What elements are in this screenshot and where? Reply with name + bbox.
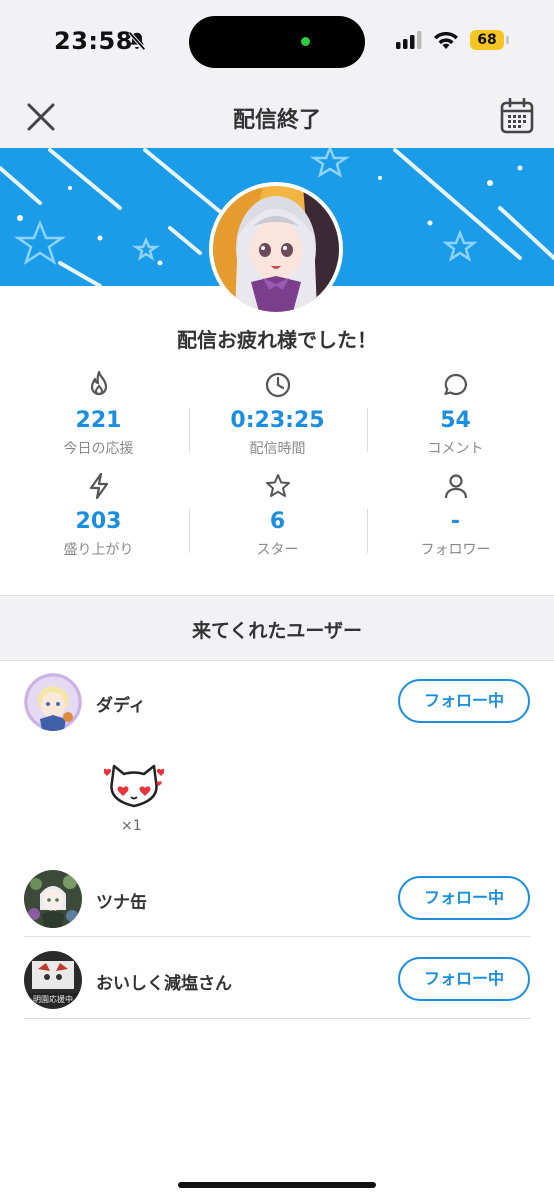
- comment-icon: [443, 373, 467, 396]
- divider: [24, 1018, 530, 1019]
- stat-followers: - フォロワー: [363, 471, 548, 559]
- section-title: 来てくれたユーザー: [191, 620, 363, 642]
- stat-value: 6: [269, 509, 286, 534]
- visitors-section-header: 来てくれたユーザー: [0, 595, 554, 661]
- signal-icon: [396, 31, 422, 49]
- dynamic-island: [189, 16, 365, 68]
- following-button[interactable]: フォロー中: [398, 876, 530, 920]
- user-avatar[interactable]: [24, 673, 82, 731]
- stat-label: コメント: [427, 441, 484, 457]
- avatar-overlay-text: 明園応援中: [33, 994, 73, 1004]
- cat-heart-sticker-icon: [104, 764, 164, 808]
- stat-support: 221 今日の応援: [6, 370, 191, 458]
- user-name[interactable]: おいしく減塩さん: [96, 969, 232, 994]
- star-icon: [265, 474, 290, 497]
- stat-label: 今日の応援: [63, 441, 134, 457]
- stat-value: 0:23:25: [230, 408, 325, 433]
- page-title: 配信終了: [232, 108, 321, 133]
- user-row: ダディ フォロー中: [24, 665, 554, 735]
- streamer-avatar: [209, 182, 343, 316]
- stat-duration: 0:23:25 配信時間: [185, 370, 370, 458]
- stat-value: 203: [75, 509, 122, 534]
- divider: [24, 936, 530, 937]
- user-name[interactable]: ダディ: [96, 691, 146, 716]
- stat-label: フォロワー: [420, 542, 491, 558]
- stat-label: 盛り上がり: [63, 542, 134, 558]
- stat-value: 221: [75, 408, 122, 433]
- flame-icon: [90, 370, 107, 396]
- nav-bar: 配信終了: [0, 84, 554, 148]
- user-avatar[interactable]: 明園応援中: [24, 951, 82, 1009]
- status-time: 23:58: [54, 27, 133, 55]
- user-avatar-image: [24, 870, 82, 928]
- clock-icon: [265, 372, 290, 398]
- user-avatar[interactable]: [24, 870, 82, 928]
- user-row: 明園応援中 おいしく減塩さん フォロー中: [24, 943, 554, 1013]
- following-button[interactable]: フォロー中: [398, 679, 530, 723]
- battery-cap: [506, 36, 509, 44]
- battery-indicator: 68: [470, 30, 504, 50]
- lightning-icon: [89, 472, 108, 500]
- user-avatar-image: [24, 673, 82, 731]
- user-name[interactable]: ツナ缶: [96, 888, 147, 913]
- stat-stars: 6 スター: [185, 471, 370, 559]
- user-avatar-image: 明園応援中: [24, 951, 82, 1009]
- stat-label: 配信時間: [249, 441, 306, 457]
- stat-excitement: 203 盛り上がり: [6, 471, 191, 559]
- status-bar: 23:58 68: [0, 0, 554, 84]
- wifi-icon: [434, 31, 458, 49]
- user-row: ツナ缶 フォロー中: [24, 862, 554, 932]
- stat-label: スター: [256, 542, 299, 558]
- home-indicator[interactable]: [178, 1182, 376, 1188]
- stat-comments: 54 コメント: [363, 370, 548, 458]
- streamer-avatar-image: [213, 186, 339, 312]
- gift-count: ×1: [121, 818, 142, 834]
- bell-muted-icon: [128, 31, 146, 51]
- stat-value: -: [450, 509, 461, 534]
- stat-value: 54: [440, 408, 471, 433]
- calendar-icon[interactable]: [500, 98, 534, 134]
- thanks-message: 配信お疲れ様でした！: [177, 328, 377, 352]
- following-button[interactable]: フォロー中: [398, 957, 530, 1001]
- person-icon: [444, 474, 467, 499]
